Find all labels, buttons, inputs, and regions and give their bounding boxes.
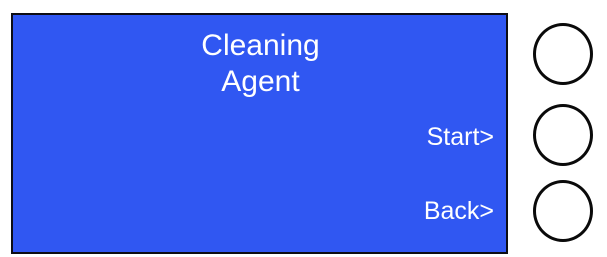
- softkey-button-1[interactable]: [533, 23, 593, 85]
- title-line-1: Cleaning: [201, 29, 320, 62]
- start-button[interactable]: [533, 104, 593, 166]
- lcd-screen: Cleaning Agent Start> Back>: [11, 13, 508, 254]
- back-softkey-label: Back>: [423, 197, 494, 225]
- back-button[interactable]: [533, 180, 593, 242]
- start-softkey-label: Start>: [426, 123, 494, 151]
- title-line-2: Agent: [221, 65, 300, 98]
- device-panel: Cleaning Agent Start> Back>: [0, 0, 607, 257]
- screen-title: Cleaning Agent: [13, 28, 508, 100]
